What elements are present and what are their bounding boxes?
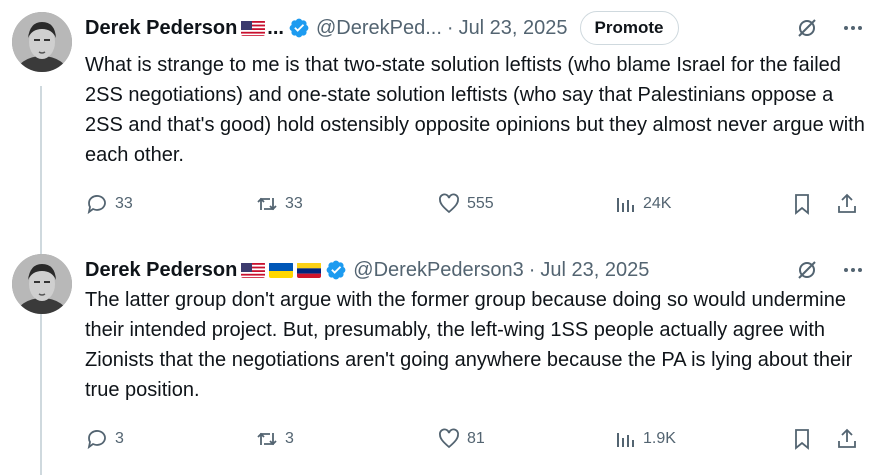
share-button[interactable] — [835, 424, 859, 454]
like-icon — [439, 428, 459, 449]
promote-button[interactable]: Promote — [579, 11, 679, 45]
verified-icon — [288, 17, 310, 39]
ukraine-flag-icon — [269, 262, 294, 278]
bookmark-icon — [795, 194, 809, 215]
retweet-count: 3 — [285, 430, 294, 447]
tweet-header: Derek Pederson ... @DerekPed... · Jul 23… — [85, 11, 865, 45]
views-icon — [617, 433, 634, 447]
author-handle[interactable]: @DerekPed... — [316, 17, 442, 40]
separator-dot: · — [446, 16, 454, 39]
tweet-text: The latter group don't argue with the fo… — [85, 289, 853, 401]
retweet-count: 33 — [285, 195, 303, 212]
reply-icon — [87, 430, 106, 450]
tweet[interactable]: Derek Pederson @DerekPederson3 · Jul 23,… — [0, 240, 881, 475]
us-flag-icon — [241, 20, 266, 36]
more-icon[interactable] — [841, 16, 865, 40]
bookmark-button[interactable] — [790, 189, 814, 219]
reply-icon — [87, 195, 106, 215]
name-truncation: ... — [267, 16, 284, 39]
venezuela-flag-icon — [297, 262, 322, 278]
like-icon — [439, 193, 459, 214]
views-button[interactable]: 24K — [613, 189, 671, 219]
author-handle[interactable]: @DerekPederson3 — [353, 259, 523, 282]
avatar[interactable] — [12, 254, 72, 314]
like-count: 81 — [467, 430, 485, 447]
author-name[interactable]: Derek Pederson — [85, 259, 237, 282]
more-icon[interactable] — [841, 258, 865, 282]
views-count: 1.9K — [643, 430, 676, 447]
author-name[interactable]: Derek Pederson — [85, 17, 237, 40]
tweet-text: What is strange to me is that two-state … — [85, 54, 865, 166]
retweet-icon — [257, 432, 277, 446]
share-icon — [838, 428, 856, 448]
reply-button[interactable]: 33 — [85, 189, 133, 219]
us-flag-icon — [241, 262, 266, 278]
grok-icon[interactable] — [795, 258, 819, 282]
tweet-date[interactable]: Jul 23, 2025 — [540, 259, 649, 282]
grok-icon[interactable] — [795, 16, 819, 40]
like-count: 555 — [467, 195, 494, 212]
reply-button[interactable]: 3 — [85, 424, 124, 454]
like-button[interactable]: 81 — [437, 424, 485, 454]
retweet-button[interactable]: 33 — [255, 189, 303, 219]
views-count: 24K — [643, 195, 672, 212]
views-button[interactable]: 1.9K — [613, 424, 676, 454]
bookmark-button[interactable] — [790, 424, 814, 454]
share-button[interactable] — [835, 189, 859, 219]
tweet-header: Derek Pederson @DerekPederson3 · Jul 23,… — [85, 254, 865, 286]
share-icon — [838, 193, 856, 213]
tweet[interactable]: Derek Pederson ... @DerekPed... · Jul 23… — [0, 0, 881, 240]
tweet-date[interactable]: Jul 23, 2025 — [459, 17, 568, 40]
tweet-actions: 3 3 81 1.9K — [85, 424, 861, 454]
tweet-actions: 33 33 555 24K — [85, 189, 861, 219]
reply-count: 3 — [115, 430, 124, 447]
bookmark-icon — [795, 429, 809, 450]
reply-count: 33 — [115, 195, 133, 212]
retweet-button[interactable]: 3 — [255, 424, 294, 454]
separator-dot: · — [528, 258, 536, 281]
views-icon — [617, 198, 634, 212]
verified-icon — [325, 259, 347, 281]
avatar[interactable] — [12, 12, 72, 72]
like-button[interactable]: 555 — [437, 189, 494, 219]
retweet-icon — [257, 197, 277, 211]
